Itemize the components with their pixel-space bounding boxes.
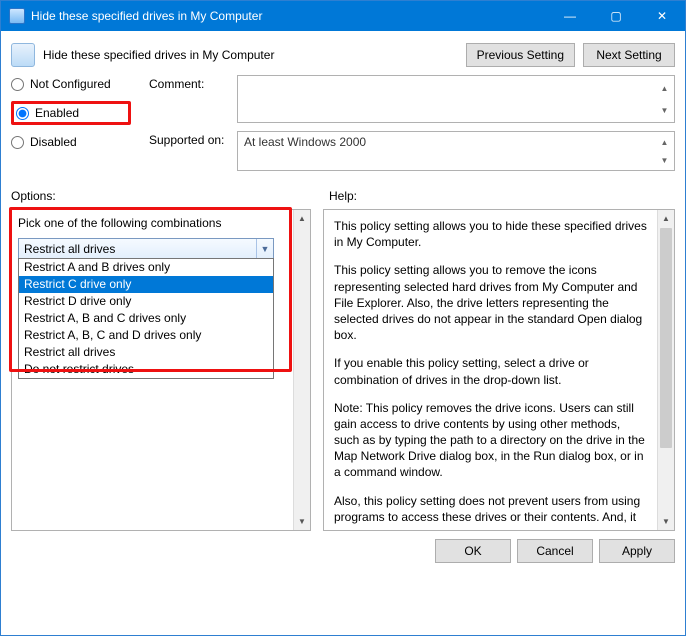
cancel-button[interactable]: Cancel — [517, 539, 593, 563]
scroll-down-icon[interactable]: ▼ — [294, 513, 310, 530]
maximize-button[interactable]: ▢ — [593, 1, 639, 31]
scroll-down-icon[interactable]: ▼ — [656, 151, 673, 169]
combo-option[interactable]: Restrict A, B and C drives only — [19, 310, 273, 327]
combo-option[interactable]: Do not restrict drives — [19, 361, 273, 378]
state-radio-group: Not Configured Enabled Disabled — [11, 75, 131, 179]
help-paragraph: This policy setting allows you to hide t… — [334, 218, 648, 250]
next-setting-button[interactable]: Next Setting — [583, 43, 675, 67]
scroll-up-icon[interactable]: ▲ — [656, 133, 673, 151]
radio-enabled-label: Enabled — [35, 106, 79, 120]
comment-label: Comment: — [149, 75, 229, 91]
help-paragraph: If you enable this policy setting, selec… — [334, 355, 648, 387]
radio-not-configured[interactable]: Not Configured — [11, 77, 131, 91]
dialog-buttons: OK Cancel Apply — [11, 539, 675, 563]
ok-button[interactable]: OK — [435, 539, 511, 563]
apply-button[interactable]: Apply — [599, 539, 675, 563]
combo-option[interactable]: Restrict all drives — [19, 344, 273, 361]
drive-combo-list[interactable]: Restrict A and B drives onlyRestrict C d… — [18, 258, 274, 379]
combo-option[interactable]: Restrict C drive only — [19, 276, 273, 293]
radio-not-configured-input[interactable] — [11, 78, 24, 91]
comment-scroll[interactable]: ▲ ▼ — [656, 77, 673, 121]
app-icon — [9, 8, 25, 24]
drive-combo[interactable]: Restrict all drives ▼ — [18, 238, 274, 259]
comment-textarea[interactable]: ▲ ▼ — [237, 75, 675, 123]
close-button[interactable]: ✕ — [639, 1, 685, 31]
combo-selected-value: Restrict all drives — [24, 242, 115, 256]
highlight-enabled: Enabled — [11, 101, 131, 125]
supported-value: At least Windows 2000 — [244, 135, 366, 149]
policy-icon — [11, 43, 35, 67]
previous-setting-button[interactable]: Previous Setting — [466, 43, 575, 67]
supported-scroll[interactable]: ▲ ▼ — [656, 133, 673, 169]
header: Hide these specified drives in My Comput… — [11, 43, 675, 67]
supported-label: Supported on: — [149, 131, 229, 147]
options-section-label: Options: — [11, 189, 311, 203]
scroll-up-icon[interactable]: ▲ — [294, 210, 310, 227]
scrollbar-thumb[interactable] — [660, 228, 672, 448]
help-paragraph: Also, this policy setting does not preve… — [334, 493, 648, 524]
supported-textarea: At least Windows 2000 ▲ ▼ — [237, 131, 675, 171]
help-text: This policy setting allows you to hide t… — [330, 216, 668, 524]
chevron-down-icon[interactable]: ▼ — [256, 239, 273, 258]
radio-enabled[interactable]: Enabled — [16, 106, 79, 120]
help-section-label: Help: — [329, 189, 357, 203]
minimize-button[interactable]: — — [547, 1, 593, 31]
combo-option[interactable]: Restrict A, B, C and D drives only — [19, 327, 273, 344]
scroll-up-icon[interactable]: ▲ — [656, 77, 673, 99]
options-scrollbar[interactable]: ▲ ▼ — [293, 210, 310, 530]
scroll-down-icon[interactable]: ▼ — [658, 513, 674, 530]
radio-enabled-input[interactable] — [16, 107, 29, 120]
scroll-up-icon[interactable]: ▲ — [658, 210, 674, 227]
combo-option[interactable]: Restrict D drive only — [19, 293, 273, 310]
help-paragraph: Note: This policy removes the drive icon… — [334, 400, 648, 481]
help-pane: This policy setting allows you to hide t… — [323, 209, 675, 531]
radio-disabled-label: Disabled — [30, 135, 77, 149]
options-pane: Pick one of the following combinations R… — [11, 209, 311, 531]
help-scrollbar[interactable]: ▲ ▼ — [657, 210, 674, 530]
window-title: Hide these specified drives in My Comput… — [31, 9, 547, 23]
radio-disabled[interactable]: Disabled — [11, 135, 131, 149]
help-paragraph: This policy setting allows you to remove… — [334, 262, 648, 343]
combo-label: Pick one of the following combinations — [18, 216, 304, 230]
combo-option[interactable]: Restrict A and B drives only — [19, 259, 273, 276]
radio-disabled-input[interactable] — [11, 136, 24, 149]
scroll-down-icon[interactable]: ▼ — [656, 99, 673, 121]
title-bar: Hide these specified drives in My Comput… — [1, 1, 685, 31]
policy-name: Hide these specified drives in My Comput… — [43, 48, 458, 62]
radio-not-configured-label: Not Configured — [30, 77, 111, 91]
